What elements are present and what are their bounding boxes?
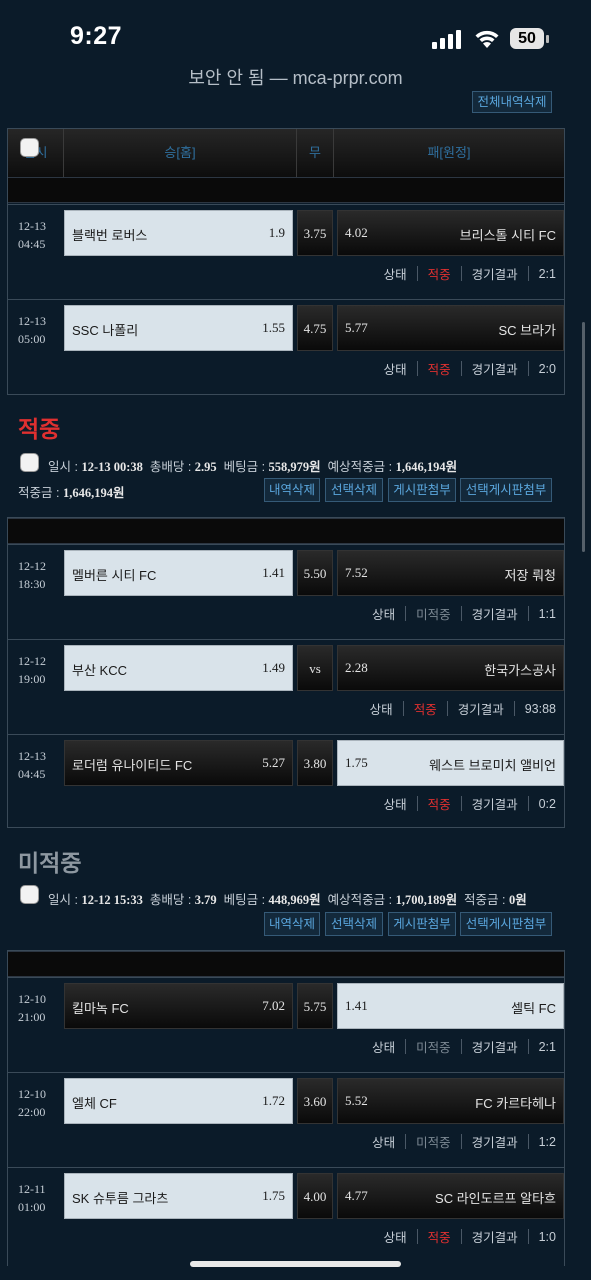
match-datetime: 12-10 21:00 xyxy=(18,992,46,1024)
delete-selected-button[interactable]: 선택삭제 xyxy=(325,912,383,936)
match-row: 12-13 05:00 SSC 나폴리 1.55 4.75 5.77 SC 브라가 상… xyxy=(8,299,564,394)
score: 1:1 xyxy=(538,606,556,621)
home-odds-button[interactable]: 블랙번 로버스 1.9 xyxy=(64,210,293,256)
match-row: 12-11 01:00 SK 슈투름 그라츠 1.75 4.00 4.77 SC 라인… xyxy=(8,1167,564,1267)
clock: 9:27 xyxy=(70,22,123,50)
section-heading-miss: 미적중 xyxy=(18,850,82,876)
bet-select-checkbox[interactable] xyxy=(20,453,39,472)
match-row: 12-12 18:30 멜버른 시티 FC 1.41 5.50 7.52 저장 뤄청 … xyxy=(8,544,564,639)
bet-panel-3: 12-10 21:00 킬마녹 FC 7.02 5.75 1.41 셀틱 FC 상태 미… xyxy=(7,950,565,1266)
wifi-icon xyxy=(475,30,499,48)
score: 93:88 xyxy=(524,701,556,716)
battery-tip xyxy=(546,35,549,43)
status-row: 상태 미적중 경기결과 1:1 xyxy=(372,604,556,623)
draw-odds-button[interactable]: 4.75 xyxy=(297,305,333,351)
home-odds-button[interactable]: 엘체 CF 1.72 xyxy=(64,1078,293,1124)
away-odds-button[interactable]: 5.52 FC 카르타헤나 xyxy=(337,1078,564,1124)
match-row: 12-10 22:00 엘체 CF 1.72 3.60 5.52 FC 카르타헤나 상… xyxy=(8,1072,564,1167)
status-badge: 적중 xyxy=(427,363,451,377)
score: 1:2 xyxy=(538,1134,556,1149)
match-row: 12-13 04:45 로더럼 유나이티드 FC 5.27 3.80 1.75 웨스트… xyxy=(8,734,564,828)
status-row: 상태 적중 경기결과 0:2 xyxy=(384,794,556,813)
draw-odds-button[interactable]: 4.00 xyxy=(297,1173,333,1219)
status-badge: 적중 xyxy=(427,1231,451,1245)
bet-panel-2: 12-12 18:30 멜버른 시티 FC 1.41 5.50 7.52 저장 뤄청 … xyxy=(7,517,565,828)
status-row: 상태 적중 경기결과 2:0 xyxy=(384,359,556,378)
status-badge: 적중 xyxy=(413,703,437,717)
status-badge: 미적중 xyxy=(416,1136,451,1150)
score: 2:0 xyxy=(538,361,556,376)
bet-won-line: 적중금 : 1,646,194원 xyxy=(18,486,125,500)
draw-odds-button[interactable]: vs xyxy=(297,645,333,691)
match-datetime: 12-12 18:30 xyxy=(18,559,46,591)
attach-board-button[interactable]: 게시판첨부 xyxy=(388,912,456,936)
select-all-checkbox[interactable] xyxy=(20,138,39,157)
score: 1:0 xyxy=(538,1229,556,1244)
table-spacer xyxy=(8,951,564,977)
away-odds-button[interactable]: 5.77 SC 브라가 xyxy=(337,305,564,351)
draw-odds-button[interactable]: 3.75 xyxy=(297,210,333,256)
home-odds-button[interactable]: 킬마녹 FC 7.02 xyxy=(64,983,293,1029)
match-datetime: 12-12 19:00 xyxy=(18,654,46,686)
draw-odds-button[interactable]: 3.60 xyxy=(297,1078,333,1124)
table-spacer xyxy=(8,177,564,203)
match-datetime: 12-13 04:45 xyxy=(18,219,46,251)
bet-panel-1: 일시 승[홈] 무 패[원정] 12-1304:45 블랙번 로버스1.9 3.… xyxy=(7,128,565,395)
status-row: 상태 적중 경기결과 1:0 xyxy=(384,1227,556,1246)
home-indicator[interactable] xyxy=(190,1261,401,1267)
draw-odds-button[interactable]: 5.50 xyxy=(297,550,333,596)
status-row: 상태 미적중 경기결과 2:1 xyxy=(372,1037,556,1056)
status-row: 상태 적중 경기결과 93:88 xyxy=(370,699,556,718)
attach-selected-board-button[interactable]: 선택게시판첨부 xyxy=(460,478,552,502)
section-heading-hit: 적중 xyxy=(18,416,61,442)
score: 2:1 xyxy=(538,266,556,281)
match-datetime: 12-13 05:00 xyxy=(18,314,46,346)
match-row: 12-13 04:45 블랙번 로버스 1.9 3.75 4.02 브리스톨 시티 F… xyxy=(8,204,564,299)
score: 2:1 xyxy=(538,1039,556,1054)
table-spacer xyxy=(8,518,564,544)
status-row: 상태 미적중 경기결과 1:2 xyxy=(372,1132,556,1151)
bet-info-line: 일시 : 12-12 15:33 총배당 : 3.79 베팅금 : 448,96… xyxy=(48,893,527,907)
header-win: 승[홈] xyxy=(64,129,297,177)
match-row: 12-10 21:00 킬마녹 FC 7.02 5.75 1.41 셀틱 FC 상태 미… xyxy=(8,977,564,1072)
cellular-signal-icon xyxy=(432,29,464,49)
status-badge: 미적중 xyxy=(416,1041,451,1055)
home-odds-button[interactable]: 부산 KCC 1.49 xyxy=(64,645,293,691)
delete-selected-button[interactable]: 선택삭제 xyxy=(325,478,383,502)
away-odds-button[interactable]: 1.75 웨스트 브로미치 앨비언 xyxy=(337,740,564,786)
header-lose: 패[원정] xyxy=(334,129,564,177)
header-draw: 무 xyxy=(297,129,334,177)
home-odds-button[interactable]: SSC 나폴리 1.55 xyxy=(64,305,293,351)
home-odds-button[interactable]: SK 슈투름 그라츠 1.75 xyxy=(64,1173,293,1219)
battery-icon: 50 xyxy=(510,28,544,49)
match-datetime: 12-13 04:45 xyxy=(18,749,46,781)
bet-select-checkbox[interactable] xyxy=(20,885,39,904)
away-odds-button[interactable]: 2.28 한국가스공사 xyxy=(337,645,564,691)
status-badge: 적중 xyxy=(427,798,451,812)
status-row: 상태 적중 경기결과 2:1 xyxy=(384,264,556,283)
delete-all-button[interactable]: 전체내역삭제 xyxy=(472,91,552,113)
score: 0:2 xyxy=(538,796,556,811)
match-datetime: 12-11 01:00 xyxy=(18,1182,46,1214)
match-row: 12-12 19:00 부산 KCC 1.49 vs 2.28 한국가스공사 상태 적중… xyxy=(8,639,564,734)
delete-history-button[interactable]: 내역삭제 xyxy=(264,912,320,936)
away-odds-button[interactable]: 7.52 저장 뤄청 xyxy=(337,550,564,596)
away-odds-button[interactable]: 4.77 SC 라인도르프 알타흐 xyxy=(337,1173,564,1219)
away-odds-button[interactable]: 1.41 셀틱 FC xyxy=(337,983,564,1029)
url-bar[interactable]: 보안 안 됨 — mca-prpr.com xyxy=(0,64,591,90)
draw-odds-button[interactable]: 5.75 xyxy=(297,983,333,1029)
match-datetime: 12-10 22:00 xyxy=(18,1087,46,1119)
scrollbar[interactable] xyxy=(582,322,585,552)
status-badge: 적중 xyxy=(427,268,451,282)
status-badge: 미적중 xyxy=(416,608,451,622)
attach-selected-board-button[interactable]: 선택게시판첨부 xyxy=(460,912,552,936)
delete-history-button[interactable]: 내역삭제 xyxy=(264,478,320,502)
status-bar: 9:27 50 xyxy=(0,0,591,62)
home-odds-button[interactable]: 로더럼 유나이티드 FC 5.27 xyxy=(64,740,293,786)
away-odds-button[interactable]: 4.02 브리스톨 시티 FC xyxy=(337,210,564,256)
draw-odds-button[interactable]: 3.80 xyxy=(297,740,333,786)
attach-board-button[interactable]: 게시판첨부 xyxy=(388,478,456,502)
bet-info-line: 일시 : 12-13 00:38 총배당 : 2.95 베팅금 : 558,97… xyxy=(48,460,458,474)
home-odds-button[interactable]: 멜버른 시티 FC 1.41 xyxy=(64,550,293,596)
